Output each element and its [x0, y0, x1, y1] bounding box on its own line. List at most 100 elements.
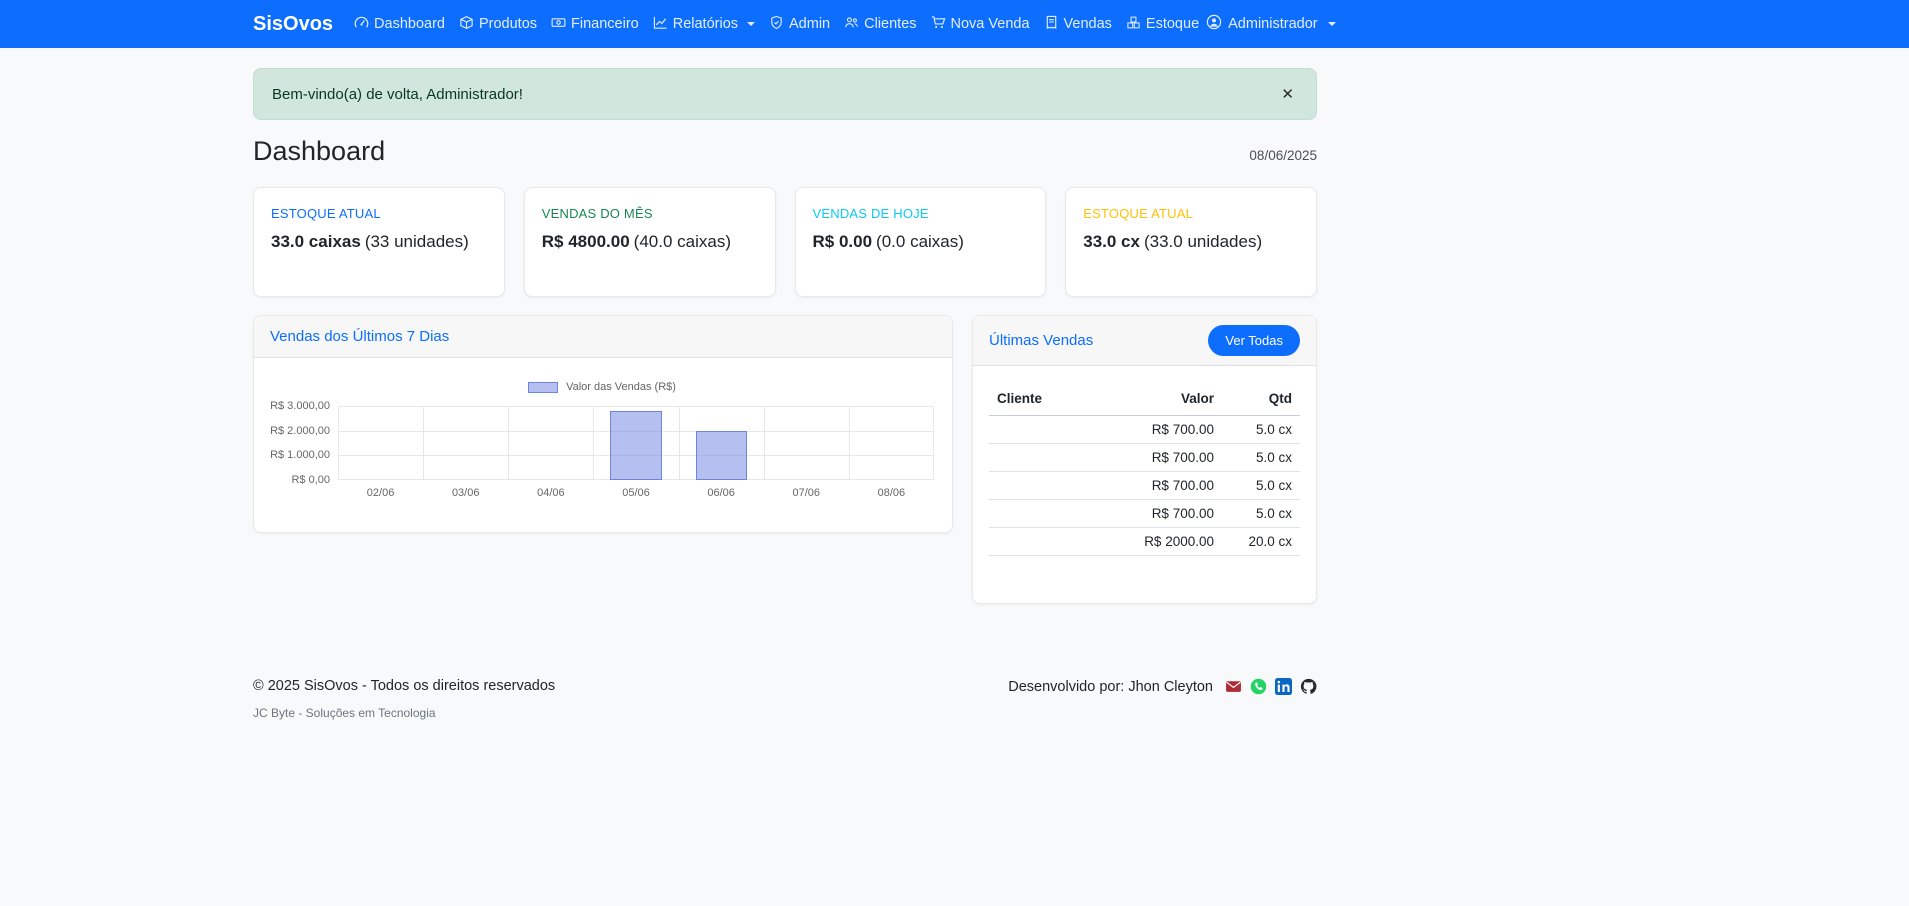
legend-label: Valor das Vendas (R$) — [566, 381, 676, 393]
caret-down-icon — [1328, 22, 1336, 26]
x-tick-label: 05/06 — [593, 487, 678, 499]
cell-cliente — [989, 416, 1117, 444]
welcome-alert: Bem-vindo(a) de volta, Administrador! ✕ — [253, 68, 1317, 120]
cell-valor: R$ 700.00 — [1117, 416, 1222, 444]
cell-qtd: 5.0 cx — [1222, 444, 1300, 472]
nav-item-financeiro[interactable]: Financeiro — [544, 7, 646, 42]
cell-valor: R$ 700.00 — [1117, 444, 1222, 472]
page-head: Dashboard 08/06/2025 — [253, 136, 1317, 167]
chart-y-axis: R$ 3.000,00R$ 2.000,00R$ 1.000,00R$ 0,00 — [270, 406, 338, 480]
stat-card-vendas-hoje: VENDAS DE HOJE R$ 0.00(0.0 caixas) — [795, 187, 1047, 297]
gridline-vertical — [849, 406, 850, 480]
cell-qtd: 20.0 cx — [1222, 528, 1300, 556]
table-row: R$ 700.00 5.0 cx — [989, 500, 1300, 528]
charts-row: Vendas dos Últimos 7 Dias Valor das Vend… — [253, 315, 1317, 604]
stats-row: ESTOQUE ATUAL 33.0 caixas(33 unidades) V… — [253, 187, 1317, 297]
email-icon[interactable] — [1225, 678, 1242, 695]
nav-item-clientes[interactable]: Clientes — [837, 7, 923, 42]
x-tick-label: 08/06 — [849, 487, 934, 499]
cell-cliente — [989, 472, 1117, 500]
x-tick-label: 02/06 — [338, 487, 423, 499]
brand-logo[interactable]: SisOvos — [253, 13, 333, 36]
nav-label: Nova Venda — [951, 16, 1030, 32]
whatsapp-icon[interactable] — [1250, 678, 1267, 695]
legend-swatch — [528, 382, 558, 393]
chart-bar — [696, 431, 747, 480]
chart-bar — [610, 411, 661, 480]
box-icon — [459, 15, 474, 34]
stat-value: R$ 0.00 — [813, 232, 873, 251]
nav-label: Vendas — [1064, 16, 1112, 32]
table-row: R$ 700.00 5.0 cx — [989, 416, 1300, 444]
table-row: R$ 2000.00 20.0 cx — [989, 528, 1300, 556]
nav-item-dashboard[interactable]: Dashboard — [347, 7, 452, 42]
gridline-vertical — [593, 406, 594, 480]
gridline-vertical — [764, 406, 765, 480]
nav-label: Admin — [789, 16, 830, 32]
github-icon[interactable] — [1300, 678, 1317, 695]
stat-card-estoque-cx: ESTOQUE ATUAL 33.0 cx(33.0 unidades) — [1065, 187, 1317, 297]
stat-value: R$ 4800.00 — [542, 232, 630, 251]
stat-title: VENDAS DE HOJE — [813, 206, 1029, 221]
receipt-icon — [1044, 15, 1059, 34]
col-header-qtd: Qtd — [1222, 382, 1300, 416]
stat-card-vendas-mes: VENDAS DO MÊS R$ 4800.00(40.0 caixas) — [524, 187, 776, 297]
sales-chart-card: Vendas dos Últimos 7 Dias Valor das Vend… — [253, 315, 953, 533]
speedometer-icon — [354, 15, 369, 34]
user-menu[interactable]: Administrador — [1206, 14, 1335, 34]
cell-qtd: 5.0 cx — [1222, 416, 1300, 444]
cell-qtd: 5.0 cx — [1222, 472, 1300, 500]
linkedin-icon[interactable] — [1275, 678, 1292, 695]
nav-item-estoque[interactable]: Estoque — [1119, 7, 1206, 42]
cash-icon — [551, 15, 566, 34]
bar-chart: Valor das Vendas (R$) R$ 3.000,00 R$ 2.00… — [254, 358, 952, 499]
stat-card-estoque-atual: ESTOQUE ATUAL 33.0 caixas(33 unidades) — [253, 187, 505, 297]
nav-item-vendas[interactable]: Vendas — [1037, 7, 1119, 42]
y-tick-label: R$ 1.000,00 — [270, 449, 330, 461]
cell-cliente — [989, 444, 1117, 472]
cell-qtd: 5.0 cx — [1222, 500, 1300, 528]
col-header-cliente: Cliente — [989, 382, 1117, 416]
boxes-icon — [1126, 15, 1141, 34]
x-tick-label: 06/06 — [679, 487, 764, 499]
footer-company[interactable]: JC Byte - Soluções em Tecnologia — [253, 706, 555, 720]
y-tick-label: R$ 3.000,00 — [270, 400, 330, 412]
nav-item-admin[interactable]: Admin — [762, 7, 837, 42]
shield-icon — [769, 15, 784, 34]
chart-title: Vendas dos Últimos 7 Dias — [254, 316, 952, 358]
footer-developer: Desenvolvido por: Jhon Cleyton — [1008, 679, 1213, 695]
y-tick-label: R$ 2.000,00 — [270, 425, 330, 437]
page-title: Dashboard — [253, 136, 385, 167]
table-row: R$ 700.00 5.0 cx — [989, 444, 1300, 472]
nav-item-relatorios[interactable]: Relatórios — [646, 7, 762, 42]
cell-valor: R$ 2000.00 — [1117, 528, 1222, 556]
stat-detail: (33.0 unidades) — [1144, 232, 1262, 251]
nav-item-produtos[interactable]: Produtos — [452, 7, 544, 42]
caret-down-icon — [747, 22, 755, 26]
view-all-button[interactable]: Ver Todas — [1208, 325, 1300, 356]
table-row: R$ 700.00 5.0 cx — [989, 472, 1300, 500]
nav-label: Produtos — [479, 16, 537, 32]
stat-title: ESTOQUE ATUAL — [1083, 206, 1299, 221]
nav-item-nova-venda[interactable]: Nova Venda — [924, 7, 1037, 42]
gridline-vertical — [508, 406, 509, 480]
chart-plot — [338, 406, 934, 480]
col-header-valor: Valor — [1117, 382, 1222, 416]
x-tick-label: 07/06 — [764, 487, 849, 499]
footer: © 2025 SisOvos - Todos os direitos reser… — [253, 678, 1317, 720]
stat-value: 33.0 caixas — [271, 232, 361, 251]
people-icon — [844, 15, 859, 34]
close-icon[interactable]: ✕ — [1277, 83, 1298, 105]
cart-icon — [931, 15, 946, 34]
gridline-horizontal — [338, 406, 934, 407]
latest-sales-title: Últimas Vendas — [989, 332, 1093, 349]
gridline-vertical — [423, 406, 424, 480]
graph-up-icon — [653, 15, 668, 34]
welcome-alert-message: Bem-vindo(a) de volta, Administrador! — [272, 86, 523, 103]
x-tick-label: 04/06 — [508, 487, 593, 499]
cell-cliente — [989, 500, 1117, 528]
nav-label: Financeiro — [571, 16, 639, 32]
cell-valor: R$ 700.00 — [1117, 472, 1222, 500]
stat-detail: (33 unidades) — [365, 232, 469, 251]
chart-x-axis: 02/0603/0604/0605/0606/0607/0608/06 — [338, 487, 934, 499]
